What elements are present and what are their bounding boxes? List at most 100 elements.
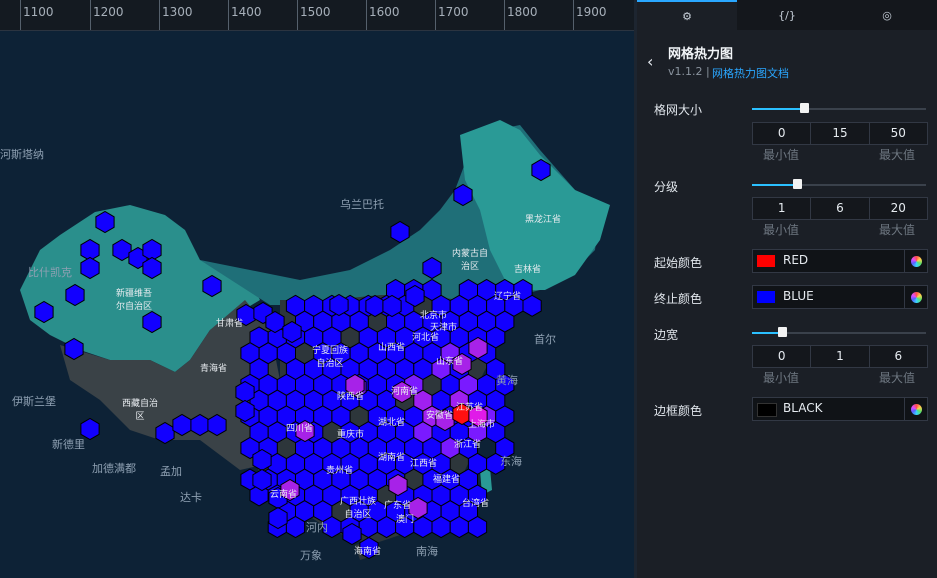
ruler-label: 1500: [300, 5, 331, 19]
color-picker-icon[interactable]: [904, 250, 927, 272]
max-caption: 最大值: [878, 148, 915, 162]
doc-link[interactable]: 网格热力图文档: [712, 65, 789, 81]
start-color-swatch[interactable]: [757, 255, 775, 267]
heat-hex-cell: [522, 294, 542, 317]
map-label-guizhou: 贵州省: [326, 466, 354, 476]
border-width-max-input[interactable]: 6: [868, 346, 927, 367]
map-label-guangdong: 广东省: [384, 501, 412, 511]
map-label-ningxia: 宁夏回族 自治区: [312, 346, 349, 369]
settings-panel: ⚙ {/} ◎ ‹ 网格热力图 v1.1.2 | 网格热力图文档 格网大小 0 …: [637, 0, 937, 578]
slider-knob[interactable]: [777, 327, 787, 337]
grid-size-min-input[interactable]: 0: [753, 123, 810, 144]
tab-interaction[interactable]: ◎: [837, 0, 937, 30]
map-label-shaanxi: 陕西省: [337, 392, 365, 402]
ruler-label: 1600: [369, 5, 400, 19]
slider-knob[interactable]: [800, 103, 810, 113]
back-chevron-icon[interactable]: ‹: [647, 52, 653, 71]
ruler-tick: [366, 0, 367, 30]
map-label-sichuan: 四川省: [286, 424, 314, 434]
heat-hex-cell: [431, 515, 451, 539]
ruler-tick: [573, 0, 574, 30]
ruler-tick: [435, 0, 436, 30]
heat-hex-cell: [388, 473, 408, 497]
grid-size-max-input[interactable]: 50: [868, 123, 927, 144]
grid-size-slider[interactable]: [752, 103, 926, 113]
map-label-zhejiang: 浙江省: [454, 440, 482, 450]
map-label-henan: 河南省: [391, 387, 419, 397]
color-picker-icon[interactable]: [904, 286, 927, 308]
map-label-kathmandu: 加德满都: [92, 462, 136, 475]
heat-hex-cell: [285, 515, 306, 539]
ruler-tick: [228, 0, 229, 30]
heat-hex-cell: [449, 515, 469, 539]
map-label-fujian: 福建省: [433, 475, 461, 485]
map-label-shanxi: 山西省: [378, 343, 406, 353]
heat-hex-cell: [172, 413, 192, 437]
levels-max-input[interactable]: 20: [868, 198, 927, 219]
slider-fill: [752, 184, 798, 186]
heat-hex-cell: [155, 421, 175, 445]
heat-hex-cell: [382, 294, 402, 318]
ruler-label: 1200: [93, 5, 124, 19]
levels-slider[interactable]: [752, 179, 926, 189]
map-label-dhaka: 达卡: [180, 491, 202, 504]
heat-hex-cell: [190, 413, 210, 437]
map-label-seoul: 首尔: [534, 333, 556, 346]
component-version: v1.1.2 |: [668, 65, 710, 78]
tab-data[interactable]: {/}: [737, 0, 837, 30]
ruler-label: 1700: [438, 5, 469, 19]
end-color-field[interactable]: BLUE: [752, 285, 928, 309]
heat-hex-cell: [405, 284, 425, 308]
levels-label: 分级: [654, 180, 679, 194]
ruler-tick: [20, 0, 21, 30]
end-color-swatch[interactable]: [757, 291, 775, 303]
heat-hex-cell: [207, 413, 227, 437]
start-color-value: RED: [783, 253, 809, 267]
tab-style[interactable]: ⚙: [637, 0, 737, 30]
levels-min-input[interactable]: 1: [753, 198, 810, 219]
map-label-delhi: 新德里: [52, 438, 85, 451]
slider-fill: [752, 108, 805, 110]
min-caption: 最小值: [763, 223, 800, 237]
heat-hex-cell: [252, 448, 272, 472]
color-picker-icon[interactable]: [904, 398, 927, 420]
ruler-label: 1800: [507, 5, 538, 19]
start-color-field[interactable]: RED: [752, 249, 928, 273]
grid-size-value-input[interactable]: 15: [810, 123, 868, 144]
map-label-donghai: 东海: [500, 455, 522, 468]
map-label-chongqing: 重庆市: [337, 430, 365, 440]
map-label-rongbo: 孟加: [160, 465, 182, 478]
border-color-swatch[interactable]: [757, 403, 777, 417]
doc-link-label: 网格热力图文档: [712, 67, 789, 80]
border-width-slider[interactable]: [752, 327, 926, 337]
ruler-label: 1400: [231, 5, 262, 19]
map-label-heilongjiang: 黑龙江省: [525, 215, 562, 225]
border-color-field[interactable]: BLACK: [752, 397, 928, 421]
map-label-liaoning: 辽宁省: [494, 292, 522, 302]
heat-hex-cell: [453, 183, 473, 207]
slider-knob[interactable]: [793, 179, 803, 189]
heat-hex-cell: [413, 515, 433, 539]
border-width-min-input[interactable]: 0: [753, 346, 810, 367]
map-label-jiangxi: 江西省: [410, 459, 438, 469]
levels-value-input[interactable]: 6: [810, 198, 868, 219]
heat-hex-cell: [265, 310, 285, 334]
heat-hex-cell: [235, 380, 255, 404]
border-color-value: BLACK: [783, 401, 823, 415]
heat-hex-cell: [365, 294, 385, 318]
interaction-icon: ◎: [882, 8, 892, 22]
map-layer: [20, 120, 610, 560]
border-color-label: 边框颜色: [654, 404, 703, 418]
heat-hex-cell: [282, 320, 302, 344]
map-label-astana: 河斯塔纳: [0, 148, 44, 161]
heat-hex-cell: [268, 506, 288, 530]
heat-hex-cell: [202, 274, 222, 298]
heat-hex-cell: [468, 336, 488, 360]
border-width-inputs: 0 1 6: [752, 345, 928, 368]
end-color-value: BLUE: [783, 289, 814, 303]
border-width-value-input[interactable]: 1: [810, 346, 868, 367]
map-label-ulaanbaatar: 乌兰巴托: [340, 198, 384, 211]
map-canvas[interactable]: 1100 1200 1300 1400 1500 1600 1700 1800 …: [0, 0, 634, 578]
sliders-icon: ⚙: [682, 9, 692, 23]
heat-hex-cell: [329, 293, 349, 317]
